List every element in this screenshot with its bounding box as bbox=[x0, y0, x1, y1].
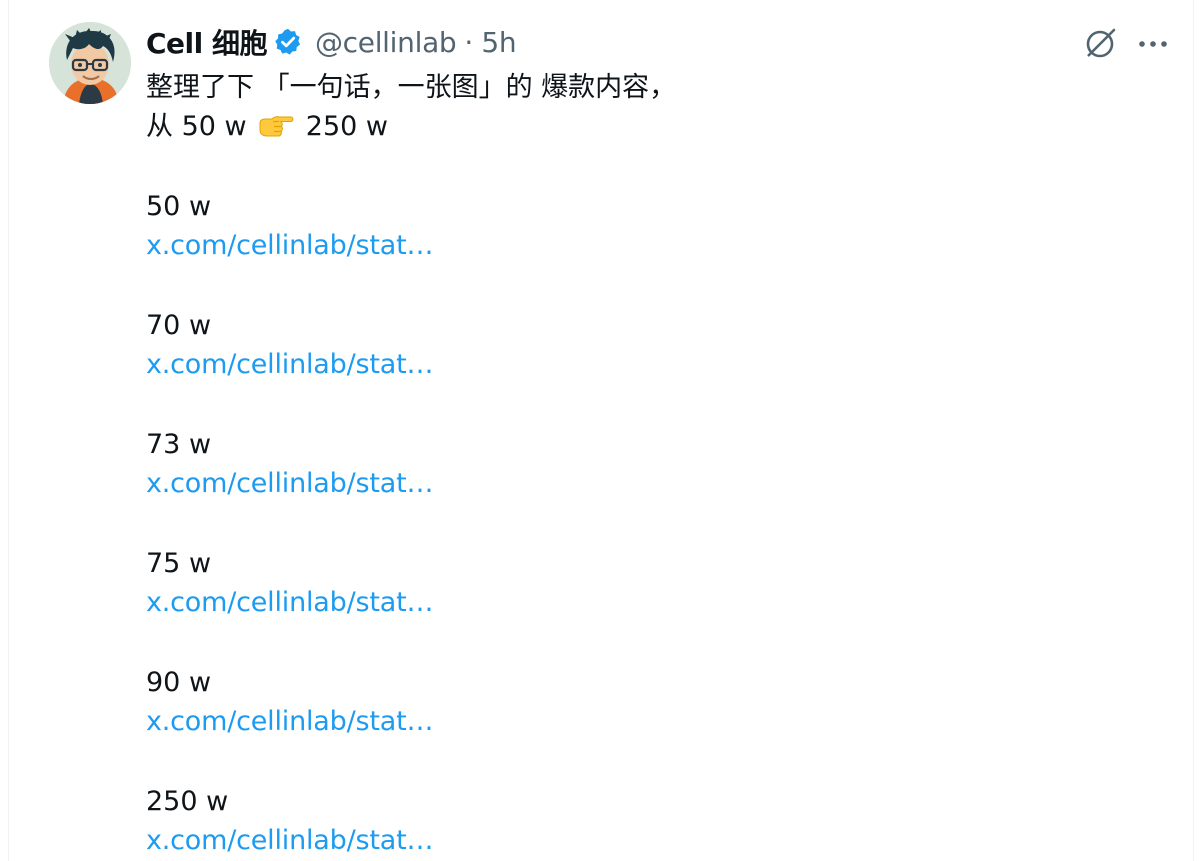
entry-count: 250 w bbox=[146, 786, 229, 817]
entry-count: 75 w bbox=[146, 548, 212, 579]
entry-link[interactable]: x.com/cellinlab/stat… bbox=[146, 345, 1146, 384]
entry-link[interactable]: x.com/cellinlab/stat… bbox=[146, 464, 1146, 503]
tweet-card: Cell 细胞 @cellinlab · 5h 整理了下 「一句话，一张图」的 … bbox=[8, 0, 1194, 861]
separator-dot: · bbox=[464, 25, 474, 59]
intro-line: 整理了下 「一句话，一张图」的 爆款内容， bbox=[146, 72, 677, 103]
pointing-hand-emoji-icon bbox=[257, 112, 295, 138]
entry-count: 70 w bbox=[146, 310, 212, 341]
entry-count: 73 w bbox=[146, 429, 212, 460]
verified-badge-icon[interactable] bbox=[273, 27, 303, 57]
entry-link[interactable]: x.com/cellinlab/stat… bbox=[146, 702, 1146, 741]
timestamp[interactable]: 5h bbox=[481, 26, 516, 59]
tweet-header: Cell 细胞 @cellinlab · 5h bbox=[146, 22, 517, 62]
range-from: 从 50 w bbox=[146, 111, 247, 142]
entry-link[interactable]: x.com/cellinlab/stat… bbox=[146, 821, 1146, 860]
entry-link[interactable]: x.com/cellinlab/stat… bbox=[146, 226, 1146, 265]
more-icon[interactable] bbox=[1135, 28, 1171, 60]
author-handle[interactable]: @cellinlab bbox=[315, 26, 457, 59]
entry-count: 90 w bbox=[146, 667, 212, 698]
grok-icon[interactable] bbox=[1081, 25, 1119, 63]
avatar[interactable] bbox=[49, 22, 131, 104]
tweet-body: 整理了下 「一句话，一张图」的 爆款内容， 从 50 w 250 w 50 w … bbox=[146, 68, 1146, 860]
range-line: 从 50 w 250 w bbox=[146, 107, 1146, 146]
entry-count: 50 w bbox=[146, 191, 212, 222]
author-name[interactable]: Cell 细胞 bbox=[146, 22, 267, 62]
range-to: 250 w bbox=[305, 111, 388, 142]
avatar-illustration bbox=[49, 22, 131, 104]
entry-link[interactable]: x.com/cellinlab/stat… bbox=[146, 583, 1146, 622]
